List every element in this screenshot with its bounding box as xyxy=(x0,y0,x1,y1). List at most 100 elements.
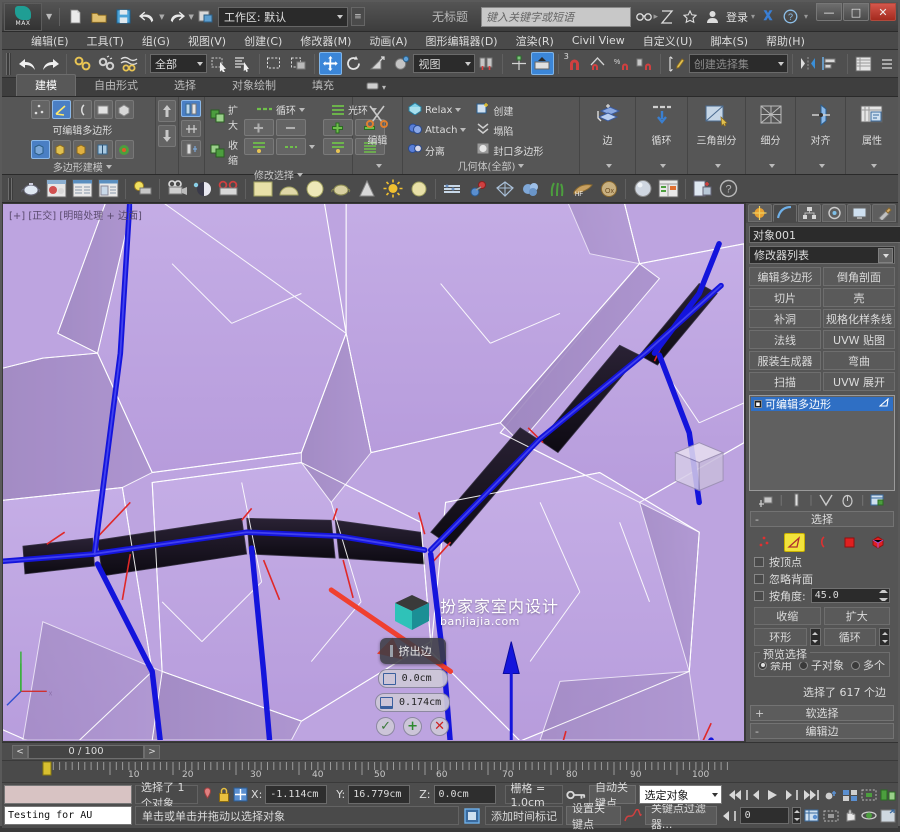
rectangular-selection-region-icon[interactable] xyxy=(264,52,287,75)
object-name-input[interactable] xyxy=(749,226,900,243)
goto-end-icon[interactable] xyxy=(803,786,820,804)
toolbar-grip[interactable] xyxy=(8,177,13,200)
align-icon[interactable] xyxy=(820,52,843,75)
use-selection-center-icon[interactable] xyxy=(507,52,530,75)
paint-deform-icon[interactable] xyxy=(114,140,134,159)
signin-chevron-icon[interactable]: ▾ xyxy=(751,12,755,21)
new-file-icon[interactable] xyxy=(64,6,86,28)
material-browser-icon[interactable] xyxy=(44,176,69,201)
orbit-icon[interactable] xyxy=(861,807,877,825)
signin-link[interactable]: 登录 xyxy=(726,9,748,25)
modifier-list-dropdown[interactable]: 修改器列表 xyxy=(749,246,895,264)
user-account-icon[interactable] xyxy=(703,7,723,27)
loop-spinner[interactable] xyxy=(879,628,890,646)
sub-polygon-icon[interactable] xyxy=(840,533,861,552)
ring-button[interactable]: 环形 xyxy=(754,628,807,646)
hair-fur-icon[interactable]: HF xyxy=(570,176,595,201)
current-frame-input[interactable]: 0 xyxy=(739,807,790,824)
detach-button[interactable]: 分离 xyxy=(407,142,466,158)
absolute-relative-toggle-icon[interactable] xyxy=(233,786,248,804)
frame-spinner[interactable] xyxy=(792,807,802,824)
key-mode-toggle-icon[interactable] xyxy=(823,786,839,804)
zoom-extents-selected-icon[interactable] xyxy=(823,807,839,825)
subobject-element-icon[interactable] xyxy=(114,100,134,119)
modifier-sweep[interactable]: 扫描 xyxy=(749,372,821,391)
loop-button[interactable]: 循环 xyxy=(823,628,876,646)
bind-to-space-warp-icon[interactable] xyxy=(118,52,141,75)
ring-add-button[interactable] xyxy=(243,119,274,136)
goto-frame-icon[interactable] xyxy=(720,807,737,825)
rollout-header-edit-edges[interactable]: - 编辑边 xyxy=(750,723,894,739)
modifier-stack[interactable]: ▪ 可编辑多边形 xyxy=(749,395,895,491)
search-input[interactable]: 键入关键字或短语 xyxy=(480,6,631,27)
object-paint-icon[interactable]: Ox xyxy=(596,176,621,201)
material-editor-teapot-icon[interactable] xyxy=(18,176,43,201)
workspace-selector[interactable]: 工作区: 默认 xyxy=(217,6,348,27)
reference-coordinate-combo[interactable]: 视图 xyxy=(413,54,475,73)
menu-tools[interactable]: 工具(T) xyxy=(78,32,133,50)
modifier-cap-holes[interactable]: 补洞 xyxy=(749,309,821,328)
ring-shift-button[interactable] xyxy=(243,138,274,155)
stack-item-editable-poly[interactable]: ▪ 可编辑多边形 xyxy=(751,397,893,411)
named-selection-set-combo[interactable]: 创建选择集 xyxy=(688,54,788,73)
modifier-unwrap-uvw[interactable]: UVW 展开 xyxy=(823,372,895,391)
space-warp-icon[interactable] xyxy=(492,176,517,201)
relax-button[interactable]: Relax xyxy=(408,102,466,118)
menu-modifiers[interactable]: 修改器(M) xyxy=(291,32,360,50)
properties-button[interactable]: 属性 xyxy=(851,100,893,147)
add-time-tag-label[interactable]: 添加时间标记 xyxy=(485,806,563,825)
add-time-tag-icon[interactable] xyxy=(462,807,482,825)
minimize-button[interactable]: — xyxy=(816,3,842,21)
reactor-dynamics-icon[interactable] xyxy=(466,176,491,201)
loop-shift-button[interactable] xyxy=(322,138,353,155)
remove-modifier-icon[interactable] xyxy=(839,491,857,508)
modifier-shell[interactable]: 壳 xyxy=(823,288,895,307)
key-filters-button[interactable]: 关键点过滤器... xyxy=(644,802,717,831)
menu-customize[interactable]: 自定义(U) xyxy=(634,32,702,50)
scene-explorer-icon[interactable] xyxy=(656,176,681,201)
exchange-icon[interactable] xyxy=(657,7,677,27)
swift-loop-icon[interactable] xyxy=(93,140,113,159)
ribbon-tab-modeling[interactable]: 建模 xyxy=(16,74,76,96)
undo-tool-icon[interactable] xyxy=(16,52,39,75)
spinner-snap-toggle-icon[interactable] xyxy=(634,52,657,75)
ring-dropdown[interactable]: 循环 xyxy=(244,102,317,117)
modifier-uvw-map[interactable]: UVW 贴图 xyxy=(823,330,895,349)
create-button[interactable]: 创建 xyxy=(476,102,543,118)
modify-tab[interactable] xyxy=(772,204,797,222)
caddy-height-field[interactable]: 0.0cm xyxy=(377,669,448,688)
ignore-backfacing-checkbox-row[interactable]: 忽略背面 xyxy=(754,570,890,587)
mirror-icon[interactable] xyxy=(797,52,820,75)
window-crossing-toggle-icon[interactable] xyxy=(287,52,310,75)
ribbon-group-label-modify-selection[interactable]: 修改选择 xyxy=(210,167,347,183)
quick-slice-icon[interactable] xyxy=(72,140,92,159)
by-angle-checkbox[interactable] xyxy=(754,590,764,601)
select-and-link-icon[interactable] xyxy=(195,6,217,28)
edit-named-selection-sets-icon[interactable] xyxy=(665,52,688,75)
zoom-extents-all-icon[interactable] xyxy=(842,786,858,804)
collapse-button[interactable]: 塌陷 xyxy=(476,122,543,138)
goto-start-icon[interactable] xyxy=(725,786,742,804)
shrink-selection-button[interactable]: 收缩 xyxy=(210,137,238,167)
menu-create[interactable]: 创建(C) xyxy=(235,32,291,50)
ribbon-group-loop-expand[interactable] xyxy=(641,162,682,174)
repeat-last-icon[interactable] xyxy=(51,140,71,159)
ring-more-chevron-icon[interactable] xyxy=(308,138,317,155)
time-configuration-icon[interactable] xyxy=(804,807,820,825)
workspace-menu-icon[interactable]: ≡ xyxy=(350,7,365,26)
y-coord-field[interactable]: 16.779cm xyxy=(348,785,411,804)
modifier-edit-poly[interactable]: 编辑多边形 xyxy=(749,267,821,286)
menu-help[interactable]: 帮助(H) xyxy=(757,32,814,50)
layer-manager-icon[interactable] xyxy=(852,52,875,75)
constraint-edge-icon[interactable] xyxy=(181,120,202,137)
pin-stack-icon[interactable] xyxy=(757,491,775,508)
menu-rendering[interactable]: 渲染(R) xyxy=(507,32,563,50)
modifier-normal[interactable]: 法线 xyxy=(749,330,821,349)
toolbar-grip[interactable] xyxy=(6,52,11,75)
cap-poly-button[interactable]: 封口多边形 xyxy=(476,142,543,158)
ribbon-group-edit-expand[interactable] xyxy=(358,162,397,174)
help-chevron-icon[interactable]: ▾ xyxy=(804,12,808,21)
grow-selection-button[interactable]: 扩大 xyxy=(210,102,238,132)
modifier-slice[interactable]: 切片 xyxy=(749,288,821,307)
ribbon-group-tri-expand[interactable] xyxy=(693,162,740,174)
